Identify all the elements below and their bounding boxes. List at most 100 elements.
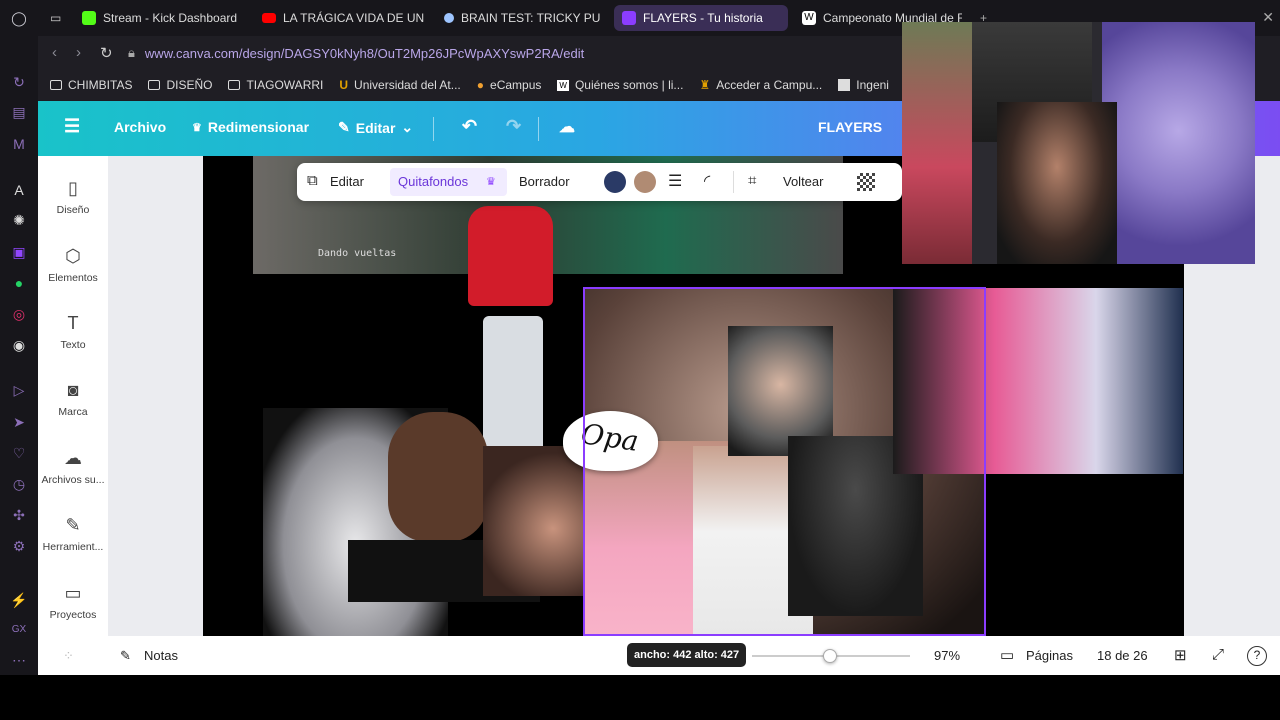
- zoom-level[interactable]: 97%: [934, 648, 960, 663]
- wikipedia-icon: W: [802, 11, 816, 25]
- settings-icon[interactable]: ⚙: [9, 536, 29, 556]
- tab-kick[interactable]: Stream - Kick Dashboard: [74, 5, 246, 31]
- youtube-icon: [262, 13, 276, 23]
- history-icon[interactable]: ↻: [9, 72, 29, 92]
- notes-icon[interactable]: ✎: [120, 648, 131, 664]
- whatsapp-icon[interactable]: ●: [9, 273, 29, 293]
- screen-bottom-edge: [0, 675, 1280, 720]
- bookmark-quienes-somos[interactable]: W Quiénes somos | li...: [557, 78, 683, 92]
- reload-icon[interactable]: ↻: [100, 44, 113, 62]
- crop-icon[interactable]: ⌗: [748, 172, 756, 189]
- archivo-button[interactable]: Archivo: [114, 119, 166, 135]
- pinboard-icon[interactable]: ▤: [9, 102, 29, 122]
- clock-icon[interactable]: ◷: [9, 474, 29, 494]
- border-style-icon[interactable]: ☰: [668, 171, 682, 191]
- quitafondos-button[interactable]: Quitafondos: [398, 174, 468, 189]
- gx-icon[interactable]: ⚡: [9, 590, 29, 610]
- selection-outline: [583, 287, 986, 636]
- notas-button[interactable]: Notas: [144, 648, 178, 663]
- menu-icon[interactable]: ☰: [64, 116, 80, 137]
- text-icon: T: [67, 313, 79, 333]
- lock-icon: 🔒︎: [128, 45, 135, 60]
- opera-logo-icon[interactable]: ◯: [9, 8, 29, 28]
- aria-icon[interactable]: A: [9, 180, 29, 200]
- url-field[interactable]: 🔒︎ www.canva.com/design/DAGSY0kNyh8/OuT2…: [128, 41, 948, 65]
- canva-icon: [622, 11, 636, 25]
- sidebar-item-diseno[interactable]: ▯ Diseño: [38, 178, 108, 216]
- undo-icon[interactable]: ↶: [462, 116, 477, 137]
- design-title[interactable]: FLAYERS: [818, 119, 882, 135]
- bookmark-acceder-campus[interactable]: ♜ Acceder a Campu...: [699, 78, 822, 92]
- workspace-background: [108, 156, 203, 636]
- redimensionar-button[interactable]: ♛ Redimensionar: [192, 119, 309, 135]
- sidebar-item-herramientas[interactable]: ✎ Herramient...: [38, 515, 108, 553]
- redo-icon[interactable]: ↷: [506, 116, 521, 137]
- zoom-slider-knob[interactable]: [823, 649, 837, 663]
- player-icon[interactable]: ▷: [9, 380, 29, 400]
- tab-brain-test[interactable]: BRAIN TEST: TRICKY PU: [436, 5, 608, 31]
- page-icon: [838, 79, 851, 91]
- bookmark-ingeni[interactable]: Ingeni: [838, 78, 889, 92]
- editar-image-button[interactable]: Editar: [330, 174, 364, 189]
- divider: [538, 117, 539, 141]
- divider: [433, 117, 434, 141]
- university-icon: U: [339, 78, 349, 92]
- editar-menu-button[interactable]: ✎ Editar ⌄: [338, 119, 413, 136]
- color-swatch-navy[interactable]: [604, 171, 626, 193]
- instagram-icon[interactable]: ◎: [9, 304, 29, 324]
- folder-icon: ▭: [64, 583, 82, 603]
- tab-youtube[interactable]: LA TRÁGICA VIDA DE UN: [254, 5, 426, 31]
- pencil-icon: ✎: [338, 119, 350, 135]
- sidebar-item-proyectos[interactable]: ▭ Proyectos: [38, 583, 108, 621]
- folder-icon: [228, 80, 241, 90]
- grid-icon[interactable]: ⊞: [1174, 646, 1187, 664]
- fullscreen-icon[interactable]: ⤢: [1212, 646, 1224, 663]
- corner-rounding-icon[interactable]: ◜: [704, 171, 710, 191]
- brand-icon: ◙: [67, 380, 79, 400]
- canva-sidebar: ▯ Diseño ⬡ Elementos T Texto ◙ Marca ☁ Archiv…: [38, 156, 108, 636]
- mail-icon[interactable]: M: [9, 134, 29, 154]
- bookmark-tiagowarri[interactable]: TIAGOWARRI: [228, 78, 323, 92]
- browser-sidebar: ◯ ↻ ▤ M A ✺ ▣ ● ◎ ◉ ▷ ➤ ♡ ◷ ✣ ⚙ ⚡ GX ⋯: [0, 0, 38, 675]
- crown-icon: ♛: [486, 176, 496, 188]
- color-swatch-tan[interactable]: [634, 171, 656, 193]
- sidebar-item-elementos[interactable]: ⬡ Elementos: [38, 246, 108, 284]
- transparency-icon[interactable]: [857, 173, 875, 191]
- cloud-save-icon[interactable]: ☁: [559, 117, 575, 137]
- help-icon[interactable]: ?: [1247, 646, 1267, 666]
- divider: [733, 171, 734, 193]
- image-toolbar: ⧉ Editar Quitafondos ♛ Borrador ☰ ◜ ⌗ Vo…: [297, 163, 902, 201]
- bookmark-universidad[interactable]: U Universidad del At...: [339, 78, 460, 92]
- folder-icon: [148, 80, 161, 90]
- send-icon[interactable]: ➤: [9, 412, 29, 432]
- close-window-icon[interactable]: ✕: [1262, 9, 1274, 26]
- page-counter: 18 de 26: [1097, 648, 1148, 663]
- tab-switcher-icon[interactable]: ▭: [42, 5, 72, 31]
- paginas-button[interactable]: Páginas: [1026, 648, 1073, 663]
- sidebar-item-texto[interactable]: T Texto: [38, 313, 108, 351]
- kick-icon: [82, 11, 96, 25]
- size-tooltip: ancho: 442 alto: 427: [627, 643, 747, 667]
- chatgpt-icon[interactable]: ✺: [9, 210, 29, 230]
- more-icon[interactable]: ⋯: [9, 650, 29, 670]
- bookmark-ecampus[interactable]: ● eCampus: [477, 78, 542, 92]
- bookmark-chimbitas[interactable]: CHIMBITAS: [50, 78, 132, 92]
- discord-icon[interactable]: ◉: [9, 335, 29, 355]
- forward-icon[interactable]: ›: [76, 44, 81, 61]
- bookmark-diseno[interactable]: DISEÑO: [148, 78, 212, 92]
- image-edit-icon: ⧉: [307, 172, 318, 189]
- wix-icon: W: [557, 79, 569, 91]
- voltear-button[interactable]: Voltear: [783, 174, 823, 189]
- sidebar-item-marca[interactable]: ◙ Marca: [38, 380, 108, 418]
- sidebar-item-archivos[interactable]: ☁ Archivos su...: [38, 448, 108, 486]
- tab-flayers[interactable]: FLAYERS - Tu historia: [614, 5, 788, 31]
- borrador-button[interactable]: Borrador: [519, 174, 570, 189]
- crown-icon: ♛: [192, 121, 202, 134]
- heart-icon[interactable]: ♡: [9, 443, 29, 463]
- back-icon[interactable]: ‹: [52, 44, 57, 61]
- grid-view-icon[interactable]: ⁘: [63, 648, 74, 664]
- twitch-icon[interactable]: ▣: [9, 242, 29, 262]
- folder-icon: [50, 80, 62, 90]
- extensions-icon[interactable]: ✣: [9, 505, 29, 525]
- screen: ◯ ↻ ▤ M A ✺ ▣ ● ◎ ◉ ▷ ➤ ♡ ◷ ✣ ⚙ ⚡ GX ⋯ ▭…: [0, 0, 1280, 720]
